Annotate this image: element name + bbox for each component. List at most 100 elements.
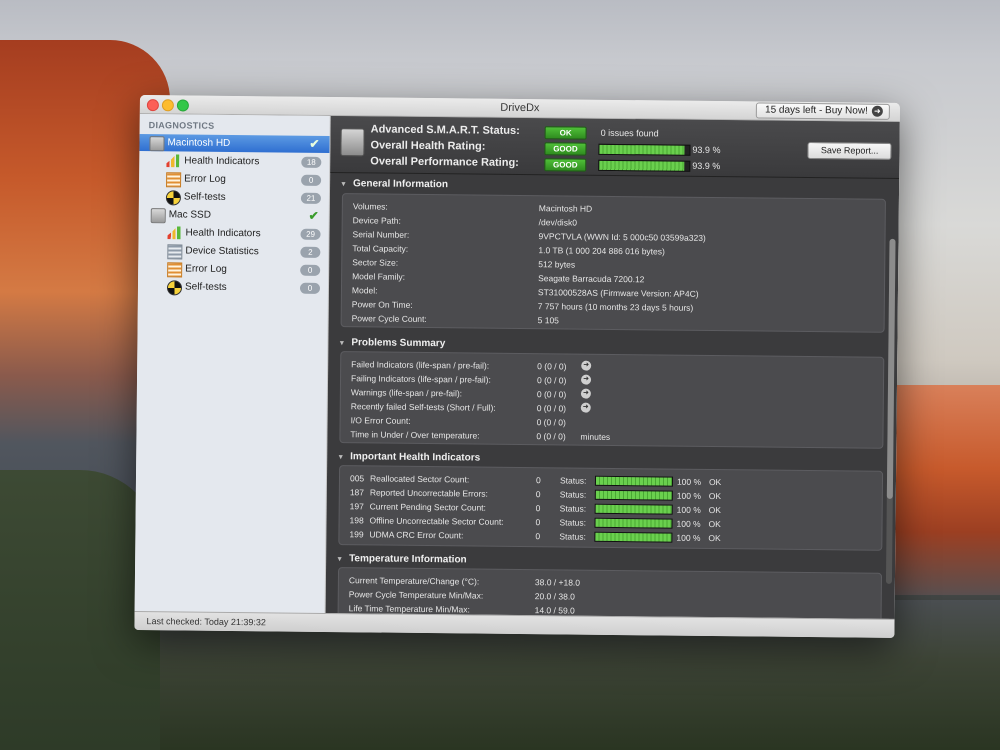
indicator-name: Reallocated Sector Count: <box>369 473 470 485</box>
hard-drive-icon <box>150 208 166 224</box>
health-bars-icon <box>166 154 179 167</box>
indicator-value: 0 <box>535 517 541 528</box>
sidebar-item-self-tests[interactable]: Self-tests 21 <box>139 188 329 207</box>
indicator-id: 198 <box>349 515 364 526</box>
problem-value: 0 (0 / 0) <box>536 403 567 414</box>
hard-drive-icon <box>149 136 165 152</box>
problem-label: I/O Error Count: <box>350 415 411 426</box>
status-label: Status: <box>559 489 587 500</box>
main-panel: Advanced S.M.A.R.T. Status: OK 0 issues … <box>325 115 900 619</box>
checkmark-icon: ✔ <box>309 136 320 151</box>
info-label: Volumes: <box>352 201 388 212</box>
sidebar-item-self-tests[interactable]: Self-tests 0 <box>138 278 328 297</box>
indicator-value: 0 <box>535 475 541 486</box>
count-badge: 0 <box>300 264 321 276</box>
info-label: Model Family: <box>352 271 406 282</box>
buy-now-button[interactable]: 15 days left - Buy Now! ➜ <box>755 102 890 120</box>
arrow-right-icon: ➜ <box>871 105 883 117</box>
vertical-scrollbar[interactable] <box>885 238 896 584</box>
section-problems-summary[interactable]: ▼ Problems Summary <box>338 337 445 349</box>
self-test-icon <box>165 190 182 206</box>
info-label: Serial Number: <box>352 229 410 240</box>
status-summary: Advanced S.M.A.R.T. Status: OK 0 issues … <box>330 115 900 179</box>
info-value: 7 757 hours (10 months 23 days 5 hours) <box>537 301 694 313</box>
indicator-percent: 100 % <box>676 504 701 515</box>
drive-name: Mac SSD <box>168 209 212 221</box>
info-value: 5 105 <box>537 315 559 326</box>
temperature-value: 38.0 / +18.0 <box>534 577 581 588</box>
info-value: ST31000528AS (Firmware Version: AP4C) <box>537 287 699 299</box>
sidebar-item-error-log[interactable]: Error Log 0 <box>138 260 328 279</box>
arrow-right-icon[interactable]: ➜ <box>580 374 592 385</box>
problem-value: 0 (0 / 0) <box>536 431 566 442</box>
section-important-health-indicators[interactable]: ▼ Important Health Indicators <box>337 451 480 463</box>
sidebar-item-error-log[interactable]: Error Log 0 <box>139 170 329 189</box>
problem-label: Failed Indicators (life-span / pre-fail)… <box>351 359 490 371</box>
indicator-name: Offline Uncorrectable Sector Count: <box>369 515 504 527</box>
indicator-health-bar <box>594 531 673 543</box>
sidebar-item-health-indicators[interactable]: Health Indicators 29 <box>138 224 328 243</box>
count-badge: 18 <box>301 156 322 168</box>
temperature-value: 20.0 / 38.0 <box>534 591 575 602</box>
section-general-information[interactable]: ▼ General Information <box>340 178 448 190</box>
smart-status-label: Advanced S.M.A.R.T. Status: <box>370 123 520 137</box>
info-value: /dev/disk0 <box>538 217 578 228</box>
sidebar-item-device-statistics[interactable]: Device Statistics 2 <box>138 242 328 261</box>
info-label: Total Capacity: <box>352 243 409 254</box>
hard-drive-icon <box>340 128 365 157</box>
disclosure-triangle-icon: ▼ <box>338 340 346 348</box>
count-badge: 0 <box>299 282 321 294</box>
status-label: Status: <box>559 531 586 542</box>
status-label: Status: <box>559 503 587 514</box>
performance-rating-percent: 93.9 % <box>692 160 721 172</box>
indicator-percent: 100 % <box>676 490 701 501</box>
problem-value: 0 (0 / 0) <box>536 375 567 386</box>
health-bars-icon <box>167 226 180 239</box>
count-badge: 21 <box>300 192 321 204</box>
arrow-right-icon[interactable]: ➜ <box>580 388 591 399</box>
indicator-health-bar <box>594 517 673 529</box>
problem-value: 0 (0 / 0) <box>536 389 567 400</box>
indicator-percent: 100 % <box>676 518 701 529</box>
indicator-health-bar <box>594 489 673 501</box>
sidebar-header: DIAGNOSTICS <box>148 120 215 131</box>
log-icon <box>166 172 182 188</box>
drivedx-window: DriveDx 15 days left - Buy Now! ➜ DIAGNOS… <box>134 95 900 638</box>
arrow-right-icon[interactable]: ➜ <box>580 402 591 413</box>
indicator-id: 187 <box>349 487 365 498</box>
health-indicators-panel: 005 Reallocated Sector Count: 0 Status: … <box>338 465 884 551</box>
sidebar-drive-macintosh-hd[interactable]: Macintosh HD ✔ <box>139 133 330 153</box>
indicator-name: Current Pending Sector Count: <box>369 501 486 513</box>
problem-label: Warnings (life-span / pre-fail): <box>350 387 463 399</box>
indicator-state: OK <box>708 504 722 516</box>
scrollbar-thumb[interactable] <box>886 238 896 499</box>
temperature-panel: Current Temperature/Change (°C): 38.0 / … <box>337 567 883 619</box>
indicator-state: OK <box>708 490 722 502</box>
temperature-value: 14.0 / 59.0 <box>534 605 575 616</box>
performance-rating-label: Overall Performance Rating: <box>370 155 519 169</box>
status-label: Status: <box>559 475 587 486</box>
problem-unit: minutes <box>580 431 611 442</box>
section-title: General Information <box>352 178 449 191</box>
sidebar-item-health-indicators[interactable]: Health Indicators 18 <box>139 152 329 171</box>
indicator-percent: 100 % <box>676 532 701 543</box>
details-scroll-area[interactable]: ▼ General Information Volumes: Macintosh … <box>326 173 900 619</box>
sidebar-drive-mac-ssd[interactable]: Mac SSD ✔ <box>139 206 329 225</box>
arrow-right-icon[interactable]: ➜ <box>581 360 592 371</box>
sidebar-item-label: Self-tests <box>184 281 227 293</box>
indicator-bar-fill <box>595 476 673 486</box>
problem-value: 0 (0 / 0) <box>537 361 567 372</box>
buy-now-label: 15 days left - Buy Now! <box>764 104 868 117</box>
indicator-bar-fill <box>595 504 672 514</box>
drive-name: Macintosh HD <box>167 137 231 149</box>
indicator-health-bar <box>594 475 674 487</box>
sidebar: DIAGNOSTICS Macintosh HD ✔ Health Indica… <box>134 113 331 613</box>
sidebar-item-label: Self-tests <box>183 191 226 203</box>
save-report-button[interactable]: Save Report... <box>807 141 892 160</box>
health-rating-badge: GOOD <box>544 142 587 156</box>
sidebar-item-label: Error Log <box>184 173 226 185</box>
section-temperature-information[interactable]: ▼ Temperature Information <box>336 553 467 565</box>
problem-label: Failing Indicators (life-span / pre-fail… <box>350 373 491 385</box>
info-value: 512 bytes <box>538 259 576 270</box>
sidebar-item-label: Health Indicators <box>184 155 260 168</box>
